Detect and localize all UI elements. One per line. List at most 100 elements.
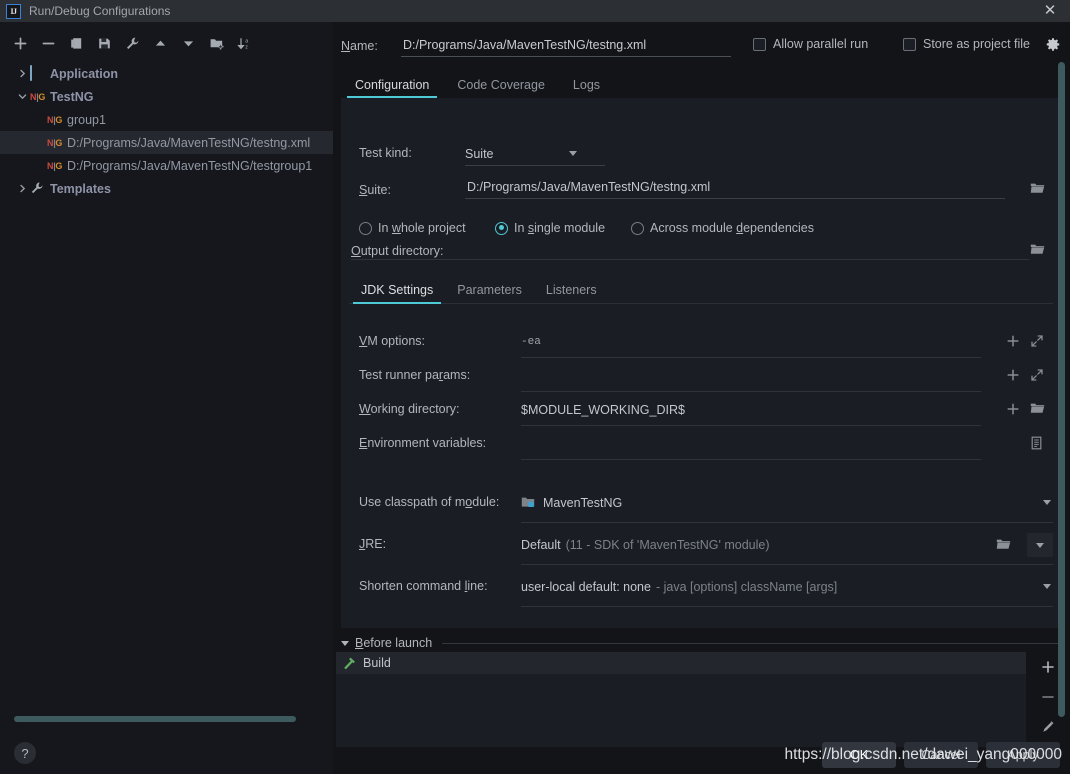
test-runner-params-row: Test runner params:	[359, 360, 1045, 393]
gear-icon[interactable]	[1045, 37, 1061, 53]
application-icon	[30, 65, 47, 81]
jre-dropdown-button[interactable]	[1027, 533, 1053, 557]
tab-logs[interactable]: Logs	[559, 71, 614, 98]
radio-across-module-dependencies[interactable]: Across module dependencies	[631, 221, 814, 235]
apply-button[interactable]: Apply	[986, 742, 1060, 768]
editor-vertical-scrollbar[interactable]	[1058, 62, 1065, 717]
suite-browse-folder-icon[interactable]	[1030, 182, 1045, 195]
arrow-up-icon[interactable]	[152, 35, 169, 52]
expand-icon[interactable]	[1030, 368, 1045, 383]
tree-node-application[interactable]: Application	[0, 62, 333, 85]
classpath-module-value: MavenTestNG	[543, 495, 623, 510]
cancel-button[interactable]: Cancel	[904, 742, 978, 768]
expand-icon[interactable]	[1030, 334, 1045, 349]
tab-code-coverage[interactable]: Code Coverage	[443, 71, 559, 98]
test-runner-params-input[interactable]	[521, 360, 981, 392]
jre-row: JRE: Default (11 - SDK of 'MavenTestNG' …	[359, 525, 1053, 567]
wrench-icon	[30, 181, 47, 196]
output-directory-row: Output directory:	[351, 239, 1045, 265]
output-directory-browse-folder-icon[interactable]	[1030, 243, 1045, 256]
list-edit-icon[interactable]	[1030, 436, 1045, 451]
ok-button[interactable]: OK	[822, 742, 896, 768]
shorten-command-line-row: Shorten command line: user-local default…	[359, 567, 1053, 609]
plus-icon[interactable]	[1006, 402, 1021, 417]
save-icon[interactable]	[96, 35, 113, 52]
radio-circle	[631, 221, 644, 235]
jre-label: JRE:	[359, 537, 387, 551]
before-launch-task-item[interactable]: Build	[336, 652, 1026, 674]
chevron-down-icon	[1043, 500, 1051, 505]
tree-toolbar: a z	[0, 30, 333, 56]
editor-tabs: Configuration Code Coverage Logs	[341, 70, 1061, 98]
tab-configuration[interactable]: Configuration	[341, 71, 443, 98]
tree-node-label: D:/Programs/Java/MavenTestNG/testng.xml	[67, 135, 311, 150]
copy-icon[interactable]	[68, 35, 85, 52]
tree-node-testgroup1[interactable]: N | G D:/Programs/Java/MavenTestNG/testgro…	[0, 154, 333, 177]
configurations-tree: Application N | G TestNG N | G group1 N …	[0, 62, 333, 200]
radio-circle	[495, 221, 508, 235]
working-directory-input[interactable]	[521, 394, 981, 426]
name-input[interactable]	[401, 34, 731, 57]
folder-add-icon[interactable]	[208, 35, 225, 52]
classpath-module-label: Use classpath of module:	[359, 495, 500, 509]
tree-node-label: Templates	[50, 181, 111, 196]
working-directory-actions	[1006, 402, 1045, 417]
radio-label: In whole project	[378, 221, 466, 235]
output-directory-input[interactable]	[351, 239, 1029, 260]
arrow-down-icon[interactable]	[180, 35, 197, 52]
before-launch-task-list[interactable]: Build	[336, 652, 1026, 747]
plus-icon[interactable]	[12, 35, 29, 52]
folder-open-icon[interactable]	[1030, 402, 1045, 417]
jre-browse-folder-icon[interactable]	[996, 538, 1011, 551]
shorten-command-line-label: Shorten command line:	[359, 579, 488, 593]
test-kind-combobox[interactable]: Suite	[465, 142, 605, 166]
pencil-icon[interactable]	[1040, 720, 1056, 734]
suite-label: Suite:	[359, 183, 391, 197]
plus-icon[interactable]	[1006, 334, 1021, 349]
store-as-project-file-checkbox[interactable]: Store as project file	[903, 37, 1030, 51]
vm-options-input[interactable]	[521, 326, 981, 358]
chevron-down-icon[interactable]	[14, 89, 30, 105]
tree-node-group1[interactable]: N | G group1	[0, 108, 333, 131]
shorten-command-line-combobox[interactable]: user-local default: none - java [options…	[521, 567, 1053, 607]
working-directory-label: Working directory:	[359, 402, 460, 416]
tab-listeners[interactable]: Listeners	[534, 276, 609, 303]
before-launch-label: Before launch	[355, 636, 433, 650]
before-launch-header[interactable]: Before launch	[341, 634, 1061, 652]
test-kind-value: Suite	[465, 146, 494, 161]
build-hammer-icon	[342, 656, 358, 670]
jre-combobox[interactable]: Default (11 - SDK of 'MavenTestNG' modul…	[521, 525, 1053, 565]
minus-icon[interactable]	[1040, 690, 1056, 704]
chevron-right-icon[interactable]	[14, 66, 30, 82]
wrench-icon[interactable]	[124, 35, 141, 52]
tree-node-templates[interactable]: Templates	[0, 177, 333, 200]
working-directory-row: Working directory:	[359, 394, 1045, 427]
checkbox-box	[753, 37, 766, 51]
chevron-right-icon[interactable]	[14, 181, 30, 197]
sort-az-icon[interactable]: a z	[236, 35, 253, 52]
test-kind-label: Test kind:	[359, 146, 412, 160]
dialog-buttons: OK Cancel Apply	[822, 742, 1060, 768]
radio-in-whole-project[interactable]: In whole project	[359, 221, 466, 235]
radio-in-single-module[interactable]: In single module	[495, 221, 605, 235]
name-label: Name:	[341, 39, 378, 53]
help-button[interactable]: ?	[14, 742, 36, 764]
allow-parallel-run-checkbox[interactable]: Allow parallel run	[753, 37, 868, 51]
plus-icon[interactable]	[1006, 368, 1021, 383]
tree-node-testng[interactable]: N | G TestNG	[0, 85, 333, 108]
environment-variables-input[interactable]	[521, 428, 981, 460]
tab-jdk-settings[interactable]: JDK Settings	[349, 276, 445, 304]
classpath-module-combobox[interactable]: MavenTestNG	[521, 483, 1053, 523]
suite-row: Suite:	[359, 178, 1045, 204]
chevron-down-icon	[1036, 542, 1044, 548]
suite-input[interactable]	[465, 178, 1005, 199]
environment-variables-actions	[1030, 436, 1045, 451]
tab-parameters[interactable]: Parameters	[445, 276, 534, 303]
radio-label: Across module dependencies	[650, 221, 815, 235]
tree-horizontal-scrollbar[interactable]	[14, 716, 296, 722]
tree-node-testng-xml[interactable]: N | G D:/Programs/Java/MavenTestNG/testng.…	[0, 131, 333, 154]
plus-icon[interactable]	[1040, 660, 1056, 674]
close-icon[interactable]: ✕	[1042, 3, 1058, 19]
jre-value-detail: (11 - SDK of 'MavenTestNG' module)	[565, 537, 770, 552]
minus-icon[interactable]	[40, 35, 57, 52]
